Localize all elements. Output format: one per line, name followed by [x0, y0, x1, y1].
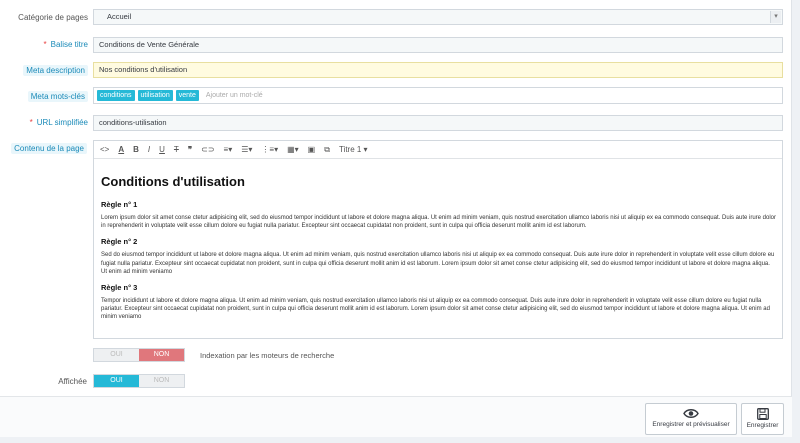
displayed-no[interactable]: NON: [139, 375, 184, 387]
quote-icon[interactable]: ❞: [188, 145, 192, 154]
eye-icon: [683, 409, 699, 418]
indexation-no[interactable]: NON: [139, 349, 184, 361]
friendly-url-label: * URL simplifiée: [29, 118, 88, 127]
editor-toolbar: <> A B I U T ❞ ⊂⊃ ≡▾ ☰▾ ⋮≡▾ ▦▾ ▣ ⧉ Titre…: [94, 141, 782, 159]
category-select[interactable]: Accueil ▾: [93, 9, 783, 25]
chevron-down-icon[interactable]: ▾: [770, 11, 781, 23]
text-color-icon[interactable]: A: [118, 145, 124, 154]
keyword-placeholder[interactable]: Ajouter un mot-clé: [206, 92, 263, 99]
category-value: Accueil: [107, 12, 132, 21]
save-preview-button[interactable]: Enregistrer et prévisualiser: [645, 403, 737, 435]
meta-keywords-label: Meta mots-clés: [27, 91, 88, 102]
bold-icon[interactable]: B: [133, 145, 139, 154]
meta-description-input[interactable]: Nos conditions d'utilisation: [93, 62, 783, 78]
keyword-tag[interactable]: vente: [175, 90, 199, 101]
displayed-label: Affichée: [58, 377, 87, 386]
required-icon: *: [29, 118, 33, 127]
meta-title-label: * Balise titre: [43, 40, 88, 49]
rule-title: Règle n° 2: [101, 237, 138, 247]
save-label: Enregistrer: [746, 422, 779, 429]
save-preview-label: Enregistrer et prévisualiser: [652, 421, 730, 428]
media-icon[interactable]: ⧉: [324, 145, 330, 155]
rule-text: Tempor incididunt ut labore et dolore ma…: [101, 298, 770, 321]
form-footer: Enregistrer et prévisualiser Enregistrer: [0, 396, 792, 437]
italic-icon[interactable]: I: [148, 145, 150, 154]
rule-title: Règle n° 1: [101, 200, 138, 209]
rule-title: Règle n° 3: [101, 283, 138, 293]
table-icon[interactable]: ▦▾: [287, 145, 299, 154]
numbered-list-icon[interactable]: ⋮≡▾: [261, 145, 278, 154]
indexation-switch[interactable]: OUI NON: [93, 348, 185, 362]
content-heading: Conditions d'utilisation: [101, 174, 245, 189]
format-dropdown[interactable]: Titre 1 ▾: [339, 145, 368, 154]
keyword-tag[interactable]: conditions: [97, 90, 135, 101]
indexation-text: Indexation par les moteurs de recherche: [200, 351, 335, 360]
meta-title-input[interactable]: Conditions de Vente Générale: [93, 37, 783, 53]
keyword-tag[interactable]: utilisation: [137, 90, 173, 101]
category-label: Catégorie de pages: [18, 13, 88, 22]
underline-icon[interactable]: U: [159, 145, 165, 154]
rich-text-editor[interactable]: <> A B I U T ❞ ⊂⊃ ≡▾ ☰▾ ⋮≡▾ ▦▾ ▣ ⧉ Titre…: [93, 140, 783, 339]
displayed-switch[interactable]: OUI NON: [93, 374, 185, 388]
strikethrough-icon[interactable]: T: [174, 145, 179, 154]
displayed-yes[interactable]: OUI: [94, 375, 139, 387]
indexation-yes[interactable]: OUI: [94, 349, 139, 361]
code-icon[interactable]: <>: [100, 145, 109, 154]
save-button[interactable]: Enregistrer: [741, 403, 784, 435]
meta-description-label: Meta description: [23, 65, 88, 76]
meta-keywords-input[interactable]: conditions utilisation vente Ajouter un …: [93, 87, 783, 104]
floppy-disk-icon: [756, 408, 769, 420]
image-icon[interactable]: ▣: [308, 145, 316, 154]
rule-text: Sed do eiusmod tempor incididunt ut labo…: [101, 252, 775, 275]
rule-text: Lorem ipsum dolor sit amet conse ctetur …: [101, 215, 777, 230]
cms-page-form: Catégorie de pages Accueil ▾ * Balise tit…: [0, 0, 792, 437]
required-icon: *: [43, 40, 47, 49]
align-icon[interactable]: ≡▾: [224, 145, 233, 154]
content-label: Contenu de la page: [11, 143, 87, 154]
friendly-url-input[interactable]: conditions-utilisation: [93, 115, 783, 131]
editor-content[interactable]: Conditions d'utilisation Règle n° 1 Lore…: [94, 159, 782, 322]
bullet-list-icon[interactable]: ☰▾: [241, 145, 252, 154]
link-icon[interactable]: ⊂⊃: [201, 145, 214, 154]
